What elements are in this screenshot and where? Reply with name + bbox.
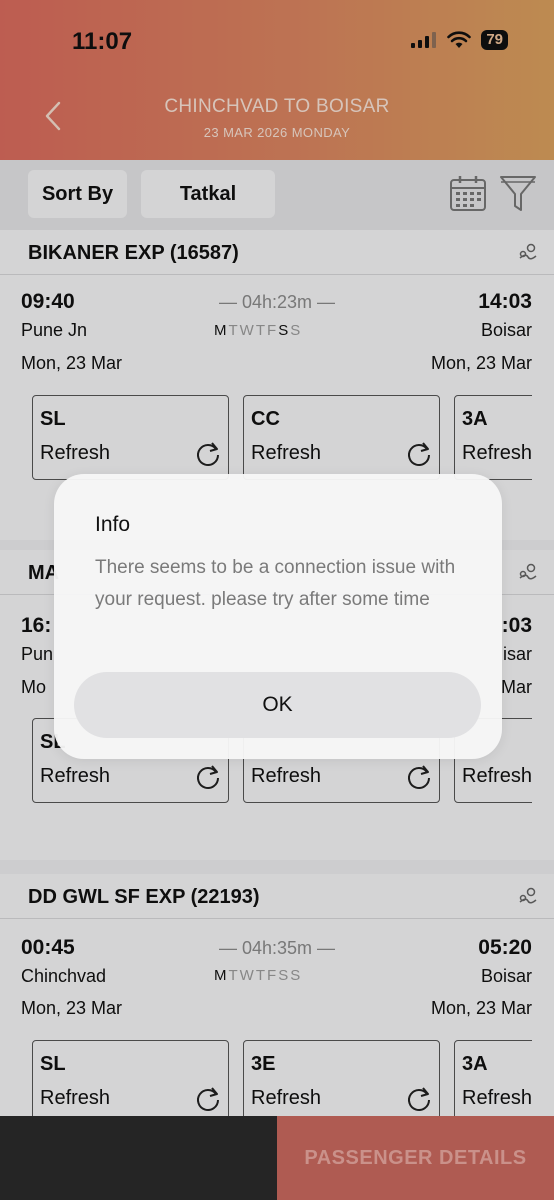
ok-button[interactable]: OK [74,672,481,738]
dialog-title: Info [95,513,131,536]
dialog-message: There seems to be a connection issue wit… [95,557,456,610]
info-dialog: Info There seems to be a connection issu… [54,474,502,759]
